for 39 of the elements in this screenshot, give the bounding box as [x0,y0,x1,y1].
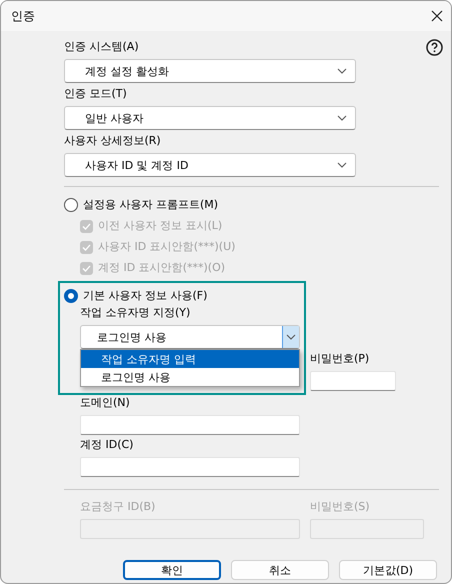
checkmark-icon [82,244,91,250]
field-label: 요금청구 ID(B) [80,499,156,515]
field-label: 작업 소유자명 지정(Y) [80,305,190,321]
checkmark-icon [82,264,91,272]
radio-button[interactable] [64,198,78,212]
dialog-button[interactable]: 확인 [123,560,221,580]
field-label: 사용자 상세정보(R) [64,133,161,149]
checkmark-icon [82,222,91,230]
dropdown[interactable]: 일반 사용자 [64,106,356,130]
field-label: 인증 모드(T) [64,86,127,102]
dropdown[interactable]: 계정 설정 활성화 [64,59,356,83]
field-label: 도메인(N) [80,395,130,411]
dropdown-option[interactable]: 로그인명 사용 [81,368,299,386]
field-label: 비밀번호(P) [310,351,370,367]
chevron-down-icon [337,68,347,74]
radio-label: 기본 사용자 정보 사용(F) [83,288,208,304]
dropdown[interactable]: 사용자 ID 및 계정 ID [64,153,356,177]
window-title: 인증 [11,8,35,24]
radio-label: 설정용 사용자 프롬프트(M) [83,197,218,213]
chevron-down-icon [337,162,347,168]
chevron-down-icon [337,115,347,121]
domain-field[interactable] [80,415,300,435]
dialog-button[interactable]: 취소 [231,560,329,580]
checkbox-label: 이전 사용자 정보 표시(L) [98,218,222,234]
account-id-field[interactable] [80,457,300,477]
field-label: 비밀번호(S) [310,499,370,515]
checkbox-label: 계정 ID 표시안함(***)(O) [98,260,226,276]
checkbox-label: 사용자 ID 표시안함(***)(U) [98,239,236,255]
dialog-button[interactable]: 기본값(D) [339,560,437,580]
field-label: 계정 ID(C) [80,437,134,453]
radio-button[interactable] [64,289,78,303]
field-label: 인증 시스템(A) [64,39,139,55]
chevron-down-icon [286,334,296,340]
close-icon[interactable] [431,10,443,22]
dropdown-option[interactable]: 작업 소유자명 입력 [81,350,299,368]
password-field[interactable] [310,519,424,539]
billing-id-field[interactable] [80,519,300,539]
help-icon[interactable] [426,39,443,56]
password-field[interactable] [310,371,396,391]
